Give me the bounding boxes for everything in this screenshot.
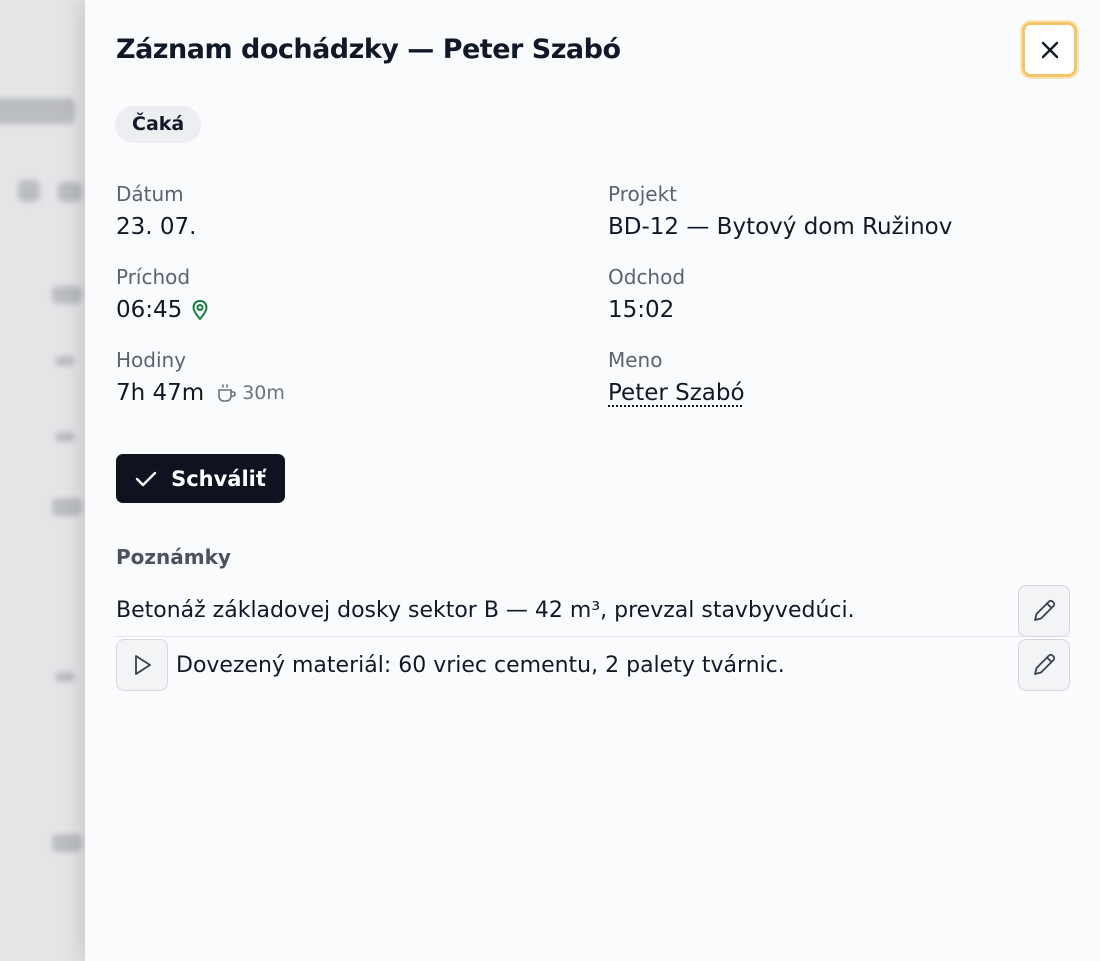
background-text xyxy=(55,356,75,366)
status-badge: Čaká xyxy=(115,106,202,143)
background-text xyxy=(52,286,82,304)
break-duration: 30m xyxy=(216,382,285,404)
note-item: Dovezený materiál: 60 vriec cementu, 2 p… xyxy=(116,639,1070,691)
departure-value: 15:02 xyxy=(608,297,674,323)
edit-note-button[interactable] xyxy=(1018,639,1070,691)
departure-value-text: 15:02 xyxy=(608,297,675,323)
dialog-title: Záznam dochádzky — Peter Szabó xyxy=(116,34,621,65)
check-icon xyxy=(135,471,157,486)
background-text xyxy=(55,432,75,442)
date-value-text: 23. 07. xyxy=(116,214,197,240)
arrival-value-text: 06:45 xyxy=(116,297,183,323)
hours-value: 7h 47m 30m xyxy=(116,380,285,406)
break-duration-text: 30m xyxy=(242,382,285,404)
attendance-record-drawer: Záznam dochádzky — Peter Szabó Čaká Dátu… xyxy=(85,0,1100,961)
notes-title: Poznámky xyxy=(116,545,231,569)
name-value: Peter Szabó xyxy=(608,380,745,406)
close-button[interactable] xyxy=(1022,22,1077,77)
note-text: Betonáž základovej dosky sektor B — 42 m… xyxy=(116,598,855,623)
note-text: Dovezený materiál: 60 vriec cementu, 2 p… xyxy=(176,652,785,678)
arrival-label: Príchod xyxy=(116,265,191,289)
play-icon xyxy=(135,655,151,675)
close-icon xyxy=(1041,41,1058,58)
background-text xyxy=(58,182,82,202)
background-icon xyxy=(18,180,40,202)
project-value-text: BD-12 — Bytový dom Ružinov xyxy=(608,214,953,240)
pencil-icon xyxy=(1034,599,1056,621)
project-label: Projekt xyxy=(608,182,678,206)
note-item: Betonáž základovej dosky sektor B — 42 m… xyxy=(116,585,1070,637)
name-label: Meno xyxy=(608,348,663,372)
approve-button-label: Schváliť xyxy=(171,466,266,491)
date-label: Dátum xyxy=(116,182,184,206)
background-text xyxy=(0,98,75,124)
hours-label: Hodiny xyxy=(116,348,187,372)
background-text xyxy=(52,498,82,516)
date-value: 23. 07. xyxy=(116,214,196,240)
departure-label: Odchod xyxy=(608,265,686,289)
arrival-value: 06:45 xyxy=(116,297,210,323)
coffee-cup-icon xyxy=(218,384,237,402)
employee-name-link[interactable]: Peter Szabó xyxy=(608,380,745,406)
play-audio-button[interactable] xyxy=(116,639,168,691)
approve-button[interactable]: Schváliť xyxy=(116,454,285,503)
edit-note-button[interactable] xyxy=(1018,585,1070,637)
background-text xyxy=(55,672,75,682)
project-value: BD-12 — Bytový dom Ružinov xyxy=(608,214,952,240)
pencil-icon xyxy=(1034,653,1056,675)
background-text xyxy=(52,834,82,852)
location-pin-icon[interactable] xyxy=(190,299,210,321)
hours-value-text: 7h 47m xyxy=(116,380,205,406)
